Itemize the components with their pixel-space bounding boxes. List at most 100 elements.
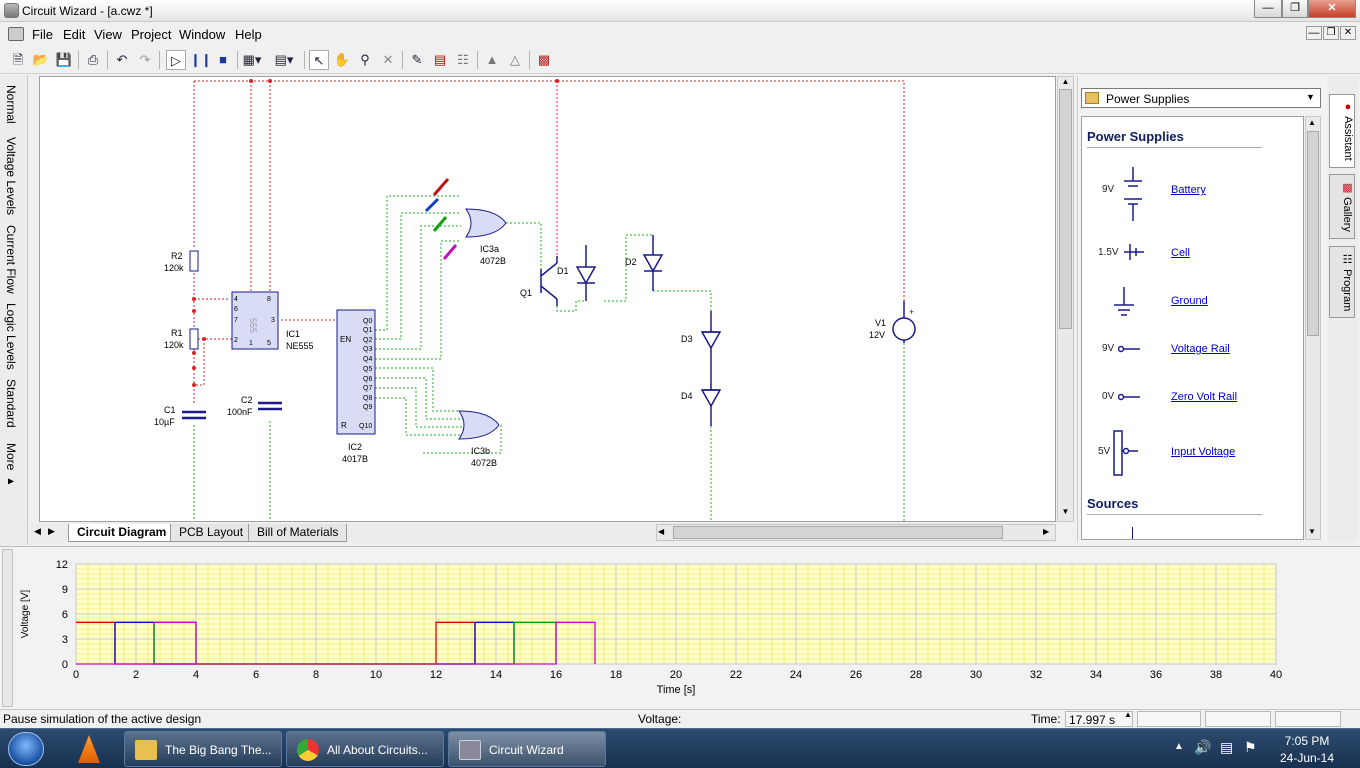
network-icon[interactable]: ☷ (453, 50, 473, 70)
open-folder-icon[interactable]: 📂 (31, 50, 51, 70)
stop-icon[interactable]: ■ (213, 50, 233, 70)
select-pointer-icon[interactable]: ↖ (309, 50, 329, 70)
graph-panel-grip[interactable] (2, 549, 13, 707)
source-icon[interactable] (1132, 527, 1133, 539)
transistor-q1[interactable] (540, 256, 558, 306)
capacitor-c1[interactable] (182, 410, 206, 420)
scroll-down-icon[interactable]: ▼ (1059, 507, 1072, 521)
task-big-bang[interactable]: The Big Bang The... (124, 731, 282, 767)
gallery-category-select[interactable]: Power Supplies ▼ (1081, 88, 1321, 108)
menu-edit[interactable]: Edit (63, 27, 85, 42)
task-all-about-circuits[interactable]: All About Circuits... (286, 731, 444, 767)
redo-icon[interactable]: ↷ (135, 50, 155, 70)
clock[interactable]: 7:05 PM 24-Jun-14 (1276, 734, 1338, 765)
tab-standard[interactable]: Standard (4, 379, 18, 428)
mdi-close-button[interactable]: ✕ (1340, 26, 1356, 40)
play-icon[interactable]: ▷ (166, 50, 186, 70)
tab-bill-of-materials[interactable]: Bill of Materials (248, 524, 348, 542)
pause-icon[interactable]: ❙❙ (190, 50, 212, 70)
led-d1[interactable] (575, 266, 597, 285)
route-icon[interactable]: ▲ (482, 50, 502, 70)
or-gate-ic3b[interactable] (458, 410, 500, 440)
mdi-restore-button[interactable]: ❐ (1323, 26, 1339, 40)
undo-icon[interactable]: ↶ (112, 50, 132, 70)
tab-scroll-right-icon[interactable]: ▶ (48, 526, 55, 537)
autoroute-icon[interactable]: △ (505, 50, 525, 70)
pan-hand-icon[interactable]: ✋ (332, 50, 352, 70)
gallery-item-cell[interactable]: Cell (1171, 247, 1190, 259)
gallery-item-input-voltage[interactable]: Input Voltage (1171, 446, 1235, 458)
menu-file[interactable]: File (32, 27, 53, 42)
minimize-button[interactable]: — (1254, 0, 1282, 18)
resistor-r2[interactable] (189, 250, 199, 272)
save-icon[interactable]: 💾 (54, 50, 74, 70)
voltage-time-graph[interactable]: 0 2 4 6 8 10 12 14 16 18 20 22 24 26 28 30 32 34 36 38 40036… (14, 553, 1304, 707)
spin-up-icon[interactable]: ▲ (1124, 710, 1132, 719)
gallery-item-voltage-rail[interactable]: Voltage Rail (1171, 343, 1230, 355)
or-gate-ic3a[interactable] (465, 208, 507, 238)
component-menu-icon[interactable]: ▦▾ (242, 50, 262, 70)
network-icon[interactable]: ▤ (1220, 739, 1233, 756)
canvas-vertical-scrollbar[interactable]: ▲ ▼ (1057, 76, 1074, 522)
tab-assistant[interactable]: ● Assistant (1329, 94, 1355, 168)
tab-logic-levels[interactable]: Logic Levels (4, 303, 18, 370)
close-button[interactable]: ✕ (1308, 0, 1356, 18)
scroll-thumb[interactable] (1307, 131, 1319, 336)
led-d3[interactable] (700, 331, 722, 350)
scroll-up-icon[interactable]: ▲ (1308, 118, 1316, 127)
tab-normal[interactable]: Normal (4, 85, 18, 124)
scroll-right-icon[interactable]: ▶ (1043, 527, 1049, 536)
probe-icon[interactable]: ✎ (407, 50, 427, 70)
new-file-icon[interactable]: 🗎 (8, 50, 28, 70)
volume-icon[interactable]: 🔊 (1194, 739, 1211, 756)
cell-icon[interactable] (1122, 242, 1146, 262)
graph-icon[interactable]: ▤ (430, 50, 450, 70)
vlc-icon[interactable] (78, 735, 100, 763)
tab-circuit-diagram[interactable]: Circuit Diagram (68, 524, 176, 542)
gallery-scrollbar[interactable]: ▲ ▼ (1305, 116, 1321, 540)
led-d4[interactable] (700, 389, 722, 408)
scroll-thumb[interactable] (673, 526, 1003, 539)
capacitor-c2[interactable] (258, 401, 282, 411)
app-icon[interactable] (4, 3, 19, 18)
tab-gallery[interactable]: ▩ Gallery (1329, 174, 1355, 239)
circuit-canvas[interactable]: + R2 120k R1 120k C1 10µF C2 100nF IC1 N… (39, 76, 1056, 522)
zero-volt-rail-icon[interactable] (1118, 391, 1142, 403)
menu-project[interactable]: Project (131, 27, 171, 42)
tab-current-flow[interactable]: Current Flow (4, 225, 18, 294)
delete-icon[interactable]: ✕ (378, 50, 398, 70)
action-center-flag-icon[interactable]: ⚑ (1244, 739, 1257, 756)
tab-pcb-layout[interactable]: PCB Layout (170, 524, 253, 542)
resistor-r1[interactable] (189, 328, 199, 350)
scroll-left-icon[interactable]: ◀ (658, 527, 664, 536)
tab-scroll-left-icon[interactable]: ◀ (34, 526, 41, 537)
scroll-down-icon[interactable]: ▼ (1308, 527, 1316, 536)
tab-voltage-levels[interactable]: Voltage Levels (4, 137, 18, 215)
scroll-thumb[interactable] (1059, 89, 1072, 329)
restore-button[interactable]: ❐ (1282, 0, 1308, 18)
voltage-rail-icon[interactable] (1118, 343, 1142, 355)
gallery-item-zero-volt-rail[interactable]: Zero Volt Rail (1171, 391, 1237, 403)
menu-window[interactable]: Window (179, 27, 225, 42)
tab-program[interactable]: ☷ Program (1329, 246, 1355, 319)
start-button[interactable] (8, 732, 44, 766)
voltage-source-v1[interactable]: + (892, 301, 916, 343)
menu-view[interactable]: View (94, 27, 122, 42)
chevron-down-icon[interactable]: ▼ (1306, 92, 1315, 102)
menu-help[interactable]: Help (235, 27, 262, 42)
tray-expand-icon[interactable]: ▲ (1174, 741, 1184, 752)
mdi-minimize-button[interactable]: — (1306, 26, 1322, 40)
gallery-book-icon[interactable]: ▩ (534, 50, 554, 70)
gallery-item-ground[interactable]: Ground (1171, 295, 1208, 307)
zoom-icon[interactable]: ⚲ (355, 50, 375, 70)
battery-icon[interactable] (1118, 167, 1148, 221)
tab-more[interactable]: More ▸ (4, 443, 18, 488)
canvas-horizontal-scrollbar[interactable]: ◀ ▶ (656, 524, 1056, 541)
document-icon[interactable] (8, 27, 24, 41)
led-d2[interactable] (642, 254, 664, 273)
print-icon[interactable]: ⎙ (83, 50, 103, 70)
input-voltage-icon[interactable] (1112, 429, 1142, 479)
ground-icon[interactable] (1112, 287, 1136, 317)
task-circuit-wizard[interactable]: Circuit Wizard (448, 731, 606, 767)
layer-menu-icon[interactable]: ▤▾ (274, 50, 294, 70)
